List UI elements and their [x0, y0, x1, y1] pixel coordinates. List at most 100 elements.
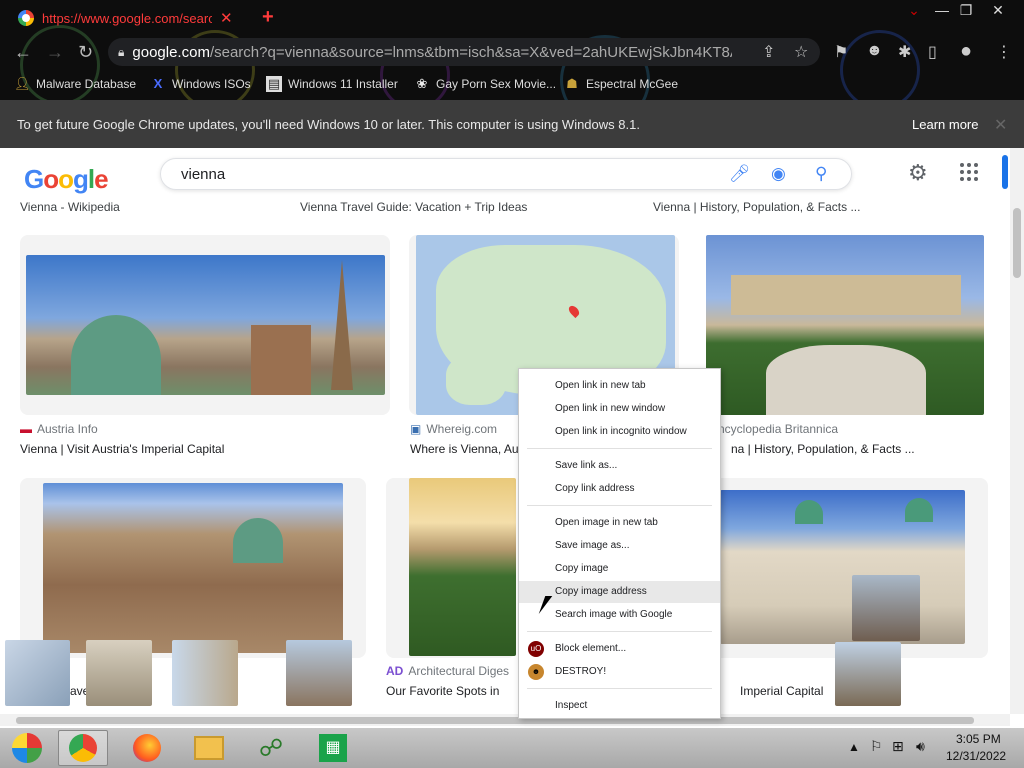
browser-tab[interactable]: https://www.google.com/search? ✕ [10, 4, 245, 32]
windows-start-icon [12, 733, 42, 763]
clock-date[interactable]: 12/31/2022 [946, 749, 1006, 763]
menu-open-link-new-window[interactable]: Open link in new window [519, 398, 720, 420]
result-source[interactable]: ncyclopedia Britannica [718, 422, 838, 436]
search-input[interactable]: vienna [181, 166, 225, 183]
hofburg-palace-image[interactable] [720, 490, 965, 644]
overlay-thumbnail [835, 642, 901, 706]
taskbar-firefox[interactable] [122, 730, 172, 766]
browser-chrome: https://www.google.com/search? ✕ + ⌄ — ❐… [0, 0, 1024, 100]
taskbar-store[interactable]: ▦ [308, 730, 358, 766]
extensions-puzzle-icon[interactable]: ✱ [898, 42, 911, 62]
apps-grid-icon[interactable] [960, 163, 978, 181]
result-title[interactable]: Vienna | Visit Austria's Imperial Capita… [20, 442, 224, 456]
menu-kebab-icon[interactable]: ⋮ [996, 42, 1012, 62]
result-caption[interactable]: Vienna - Wikipedia [20, 200, 120, 214]
action-center-flag-icon[interactable]: ⚐ [870, 738, 883, 755]
taskbar-file-explorer[interactable] [184, 730, 234, 766]
sign-in-button[interactable] [1002, 155, 1008, 189]
google-header: Google vienna 🎤︎ ◉ ⚲ [0, 148, 1010, 200]
extension-avatar-icon[interactable]: ☻ [866, 42, 883, 60]
overlay-thumbnail [86, 640, 152, 706]
close-window-button[interactable]: ✕ [982, 0, 1014, 20]
camera-lens-icon[interactable]: ◉ [771, 164, 786, 184]
extension-flag-icon[interactable]: ⚑ [834, 42, 848, 62]
back-arrow-icon[interactable]: ← [14, 42, 32, 63]
bookmark-star-icon[interactable]: ☆ [794, 42, 808, 62]
menu-separator [527, 688, 712, 689]
result-title[interactable]: Where is Vienna, Au [410, 442, 519, 456]
menu-block-element[interactable]: uO Block element... [519, 638, 720, 660]
figure-icon: ☗ [566, 76, 578, 91]
menu-copy-image[interactable]: Copy image [519, 558, 720, 580]
menu-copy-link-address[interactable]: Copy link address [519, 478, 720, 500]
forward-arrow-icon[interactable]: → [46, 42, 64, 63]
bookmark-windows-11-installer[interactable]: ▤ Windows 11 Installer [266, 74, 398, 94]
result-source[interactable]: ▬ Austria Info [20, 422, 98, 436]
ad-logo-icon: AD [386, 664, 404, 678]
infobar-close-icon[interactable]: ✕ [994, 115, 1007, 135]
infobar-message: To get future Google Chrome updates, you… [17, 117, 640, 132]
store-bag-icon: ▦ [319, 734, 347, 762]
result-title[interactable]: Our Favorite Spots in [386, 684, 499, 698]
volume-icon[interactable]: 🔊︎ [916, 738, 925, 755]
menu-save-image-as[interactable]: Save image as... [519, 535, 720, 557]
chrome-update-infobar: To get future Google Chrome updates, you… [0, 100, 1024, 148]
result-source[interactable]: ▣ Whereig.com [410, 422, 497, 436]
start-button[interactable] [2, 730, 52, 766]
menu-open-link-new-tab[interactable]: Open link in new tab [519, 375, 720, 397]
google-logo[interactable]: Google [24, 164, 109, 195]
menu-inspect[interactable]: Inspect [519, 695, 720, 717]
menu-save-link-as[interactable]: Save link as... [519, 455, 720, 477]
address-bar[interactable]: 🔒︎ google.com/search?q=vienna&source=lnm… [108, 38, 820, 66]
result-caption[interactable]: Vienna Travel Guide: Vacation + Trip Ide… [300, 200, 527, 214]
menu-open-link-incognito[interactable]: Open link in incognito window [519, 421, 720, 443]
bookmark-windows-isos[interactable]: X Windows ISOs [150, 74, 251, 94]
chrome-icon [69, 734, 97, 762]
overlay-thumbnail [286, 640, 352, 706]
search-box[interactable]: vienna 🎤︎ ◉ ⚲ [160, 158, 852, 190]
result-caption[interactable]: Vienna | History, Population, & Facts ..… [653, 200, 860, 214]
microphone-icon[interactable]: 🎤︎ [729, 164, 751, 184]
page-icon: ▤ [266, 76, 282, 92]
ublock-origin-icon: uO [528, 641, 544, 657]
result-title[interactable]: Imperial Capital [740, 684, 823, 698]
settings-gear-icon[interactable]: ⚙ [908, 160, 928, 186]
menu-search-image-with-google[interactable]: Search image with Google [519, 604, 720, 626]
avatar-face-icon: ☻ [528, 664, 544, 680]
profile-avatar-icon[interactable]: ● [960, 40, 972, 63]
new-tab-button[interactable]: + [262, 6, 274, 29]
museum-garden-image[interactable] [409, 478, 516, 656]
menu-destroy[interactable]: ☻ DESTROY! [519, 661, 720, 683]
tab-close-icon[interactable]: ✕ [220, 9, 233, 27]
bookmark-movie-site[interactable]: ❀ Gay Porn Sex Movie... [414, 74, 557, 94]
bookmark-malware-database[interactable]: 👤︎ Malware Database [14, 74, 136, 94]
network-icon[interactable]: ⊞ [892, 738, 904, 755]
vienna-skyline-image[interactable] [26, 255, 385, 395]
show-hidden-icons-arrow[interactable]: ▲ [848, 740, 860, 754]
scrollbar-thumb[interactable] [16, 717, 974, 724]
vienna-rooftops-image[interactable] [43, 483, 343, 653]
side-panel-icon[interactable]: ▯ [928, 42, 937, 62]
horizontal-scrollbar[interactable] [0, 714, 1010, 726]
firefox-icon [133, 734, 161, 762]
search-icon[interactable]: ⚲ [815, 164, 827, 184]
share-icon[interactable]: ⇪ [762, 42, 775, 62]
scrollbar-thumb[interactable] [1013, 208, 1021, 278]
menu-open-image-new-tab[interactable]: Open image in new tab [519, 512, 720, 534]
clock-time[interactable]: 3:05 PM [956, 732, 1001, 746]
network-people-icon: ☍ [258, 734, 284, 762]
taskbar-network-app[interactable]: ☍ [246, 730, 296, 766]
overlay-thumbnail [5, 640, 70, 706]
gloriette-image[interactable] [706, 235, 984, 415]
result-title[interactable]: na | History, Population, & Facts ... [731, 442, 915, 456]
lock-icon: 🔒︎ [118, 44, 125, 59]
bookmark-espectral-mcgee[interactable]: ☗ Espectral McGee [564, 74, 678, 94]
result-source[interactable]: AD Architectural Diges [386, 664, 509, 678]
taskbar-chrome[interactable] [58, 730, 108, 766]
folder-icon [194, 736, 224, 760]
learn-more-link[interactable]: Learn more [912, 117, 978, 132]
reload-icon[interactable]: ↻ [78, 42, 93, 63]
austria-flag-icon: ▬ [20, 422, 32, 436]
restore-button[interactable]: ❐ [950, 0, 982, 20]
vertical-scrollbar[interactable] [1010, 148, 1024, 714]
